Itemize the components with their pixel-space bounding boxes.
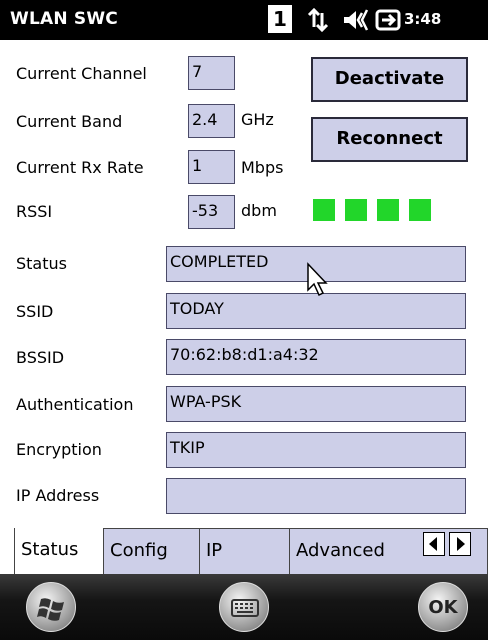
current-rx-rate-field[interactable]: 1 — [188, 150, 235, 184]
arrow-left-icon — [429, 537, 437, 551]
signal-bar-3 — [377, 199, 399, 221]
windows-start-icon — [37, 598, 64, 621]
windows-start-button[interactable] — [26, 582, 76, 632]
speaker-icon[interactable] — [340, 7, 370, 33]
current-band-unit: GHz — [241, 110, 274, 129]
bssid-field[interactable]: 70:62:b8:d1:a4:32 — [166, 339, 466, 375]
current-band-label: Current Band — [16, 112, 123, 131]
rssi-label: RSSI — [16, 202, 53, 221]
authentication-label: Authentication — [16, 395, 134, 414]
status-bar: WLAN SWC 1 3:48 — [0, 0, 488, 40]
encryption-label: Encryption — [16, 440, 102, 459]
arrow-right-icon — [457, 537, 465, 551]
tab-ip[interactable]: IP — [200, 528, 290, 574]
mouse-cursor-icon — [306, 262, 336, 298]
battery-charging-icon[interactable] — [374, 8, 402, 32]
network-icon[interactable] — [304, 7, 332, 33]
tab-status-label: Status — [21, 539, 79, 560]
signal-bar-1 — [313, 199, 335, 221]
tab-config-label: Config — [110, 540, 168, 561]
tab-advanced-label: Advanced — [296, 540, 385, 561]
ssid-label: SSID — [16, 302, 54, 321]
tab-ip-label: IP — [206, 540, 223, 561]
keyboard-icon — [231, 599, 259, 617]
ip-address-field[interactable] — [166, 478, 466, 514]
bssid-label: BSSID — [16, 348, 65, 367]
current-rx-rate-label: Current Rx Rate — [16, 158, 144, 177]
ok-label: OK — [428, 597, 458, 618]
app-title: WLAN SWC — [10, 9, 118, 29]
current-rx-rate-unit: Mbps — [241, 158, 284, 177]
rssi-unit: dbm — [241, 201, 277, 220]
current-channel-field[interactable]: 7 — [188, 56, 235, 90]
clock-time[interactable]: 3:48 — [404, 10, 441, 28]
tab-status[interactable]: Status — [14, 528, 104, 574]
reconnect-button[interactable]: Reconnect — [311, 117, 468, 162]
authentication-field[interactable]: WPA-PSK — [166, 386, 466, 422]
deactivate-button[interactable]: Deactivate — [311, 57, 468, 102]
current-band-field[interactable]: 2.4 — [188, 104, 235, 138]
tab-scroll-right-button[interactable] — [449, 532, 471, 556]
rssi-field[interactable]: -53 — [188, 195, 235, 229]
ok-button[interactable]: OK — [418, 582, 468, 632]
tab-scroll-left-button[interactable] — [423, 532, 445, 556]
ssid-field[interactable]: TODAY — [166, 293, 466, 329]
status-label: Status — [16, 254, 67, 273]
signal-bar-4 — [409, 199, 431, 221]
notification-count[interactable]: 1 — [268, 5, 292, 33]
tab-config[interactable]: Config — [104, 528, 200, 574]
signal-bar-2 — [345, 199, 367, 221]
ip-address-label: IP Address — [16, 486, 100, 505]
soft-key-bar: OK — [0, 574, 488, 640]
encryption-field[interactable]: TKIP — [166, 432, 466, 468]
current-channel-label: Current Channel — [16, 64, 147, 83]
keyboard-button[interactable] — [219, 582, 269, 632]
